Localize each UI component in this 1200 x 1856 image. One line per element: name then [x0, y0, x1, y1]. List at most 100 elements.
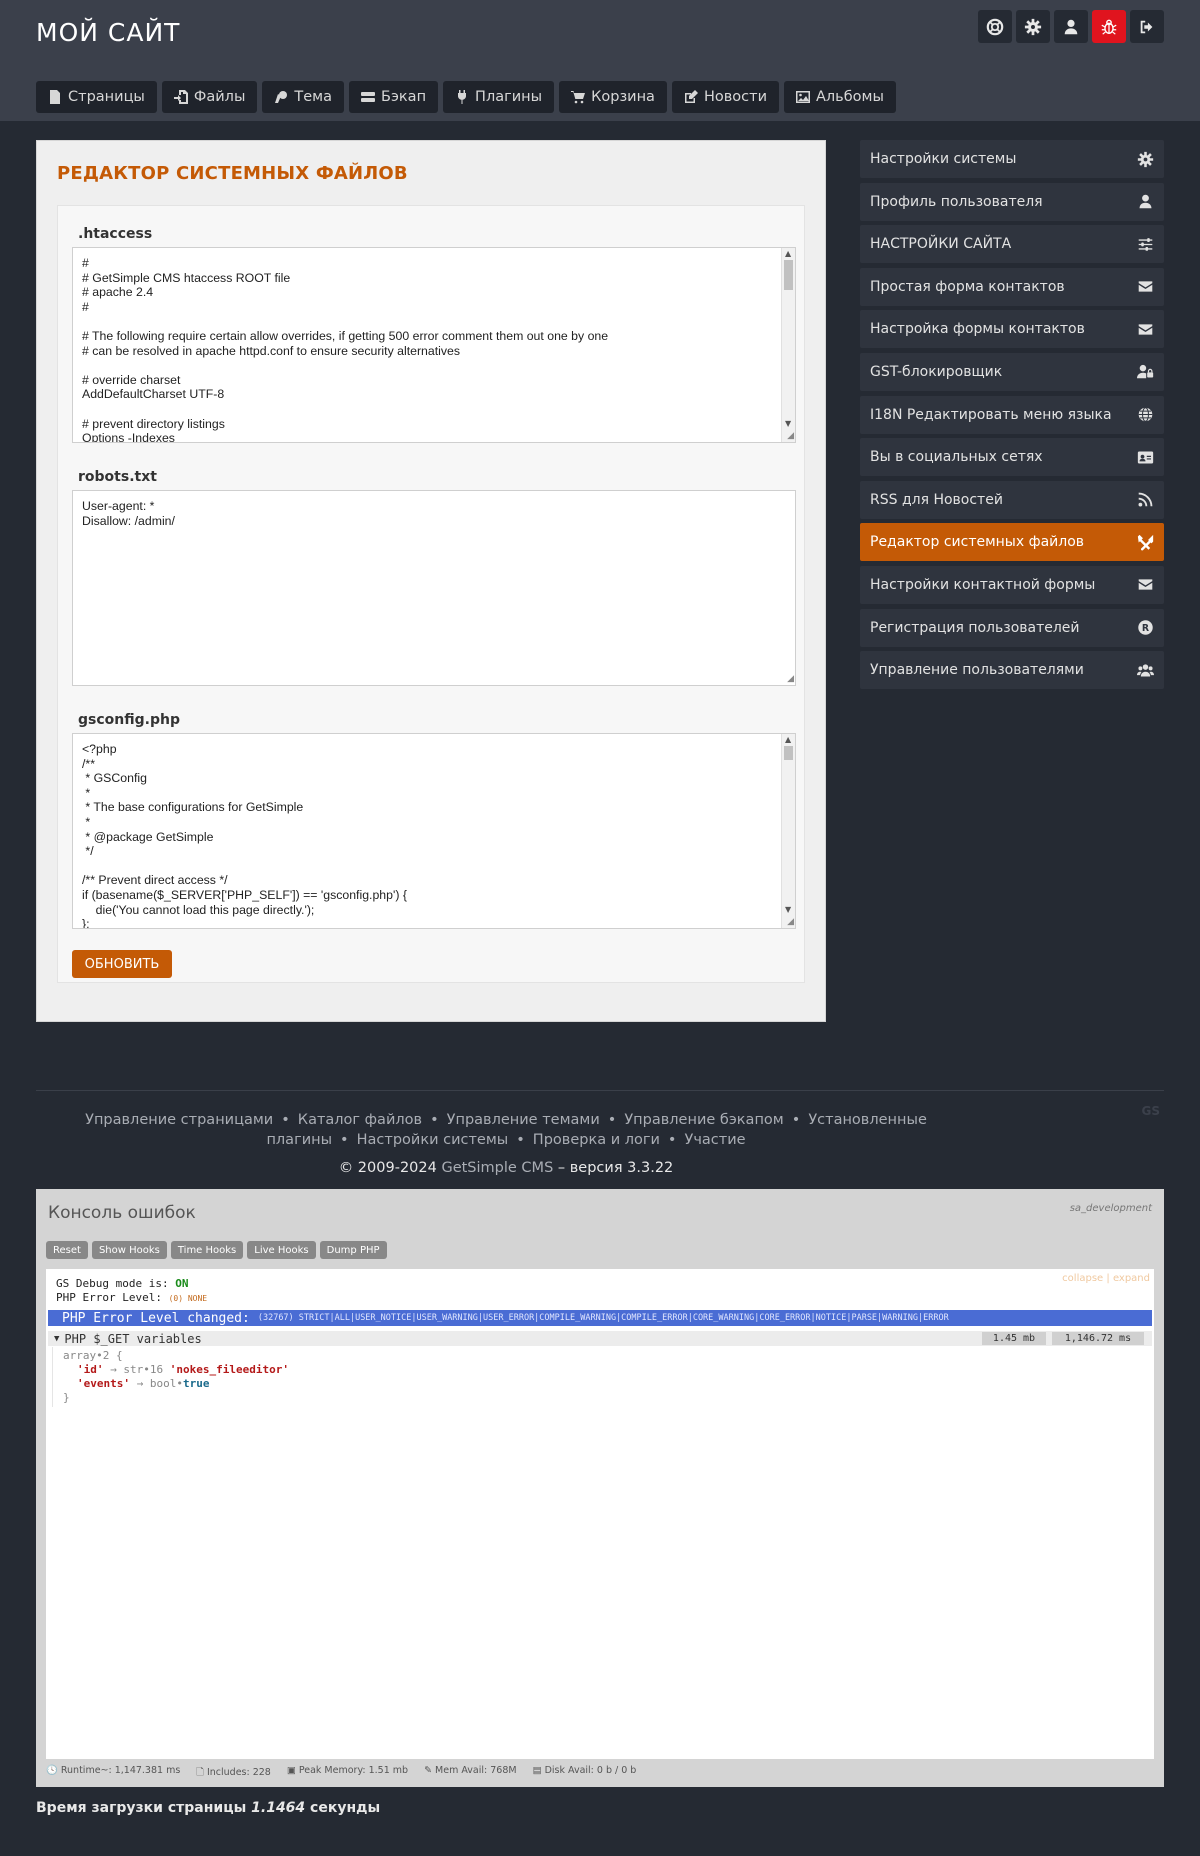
tab-theme[interactable]: Тема	[262, 81, 345, 113]
tab-plugins[interactable]: Плагины	[443, 81, 555, 113]
footer-link-backups[interactable]: Управление бэкапом	[624, 1112, 783, 1128]
file-label-robots: robots.txt	[78, 469, 157, 485]
copyright: © 2009-2024 GetSimple CMS – версия 3.3.2…	[338, 1160, 674, 1176]
resize-handle-icon[interactable]: ◢	[787, 674, 794, 684]
tab-backup[interactable]: Бэкап	[349, 81, 439, 113]
debug-status: GS Debug mode is: ON PHP Error Level: (0…	[56, 1277, 208, 1304]
envelope-icon	[1138, 579, 1153, 591]
reset-button[interactable]: Reset	[46, 1241, 88, 1259]
resize-handle-icon[interactable]: ◢	[787, 431, 794, 441]
page-title: РЕДАКТОР СИСТЕМНЫХ ФАЙЛОВ	[57, 163, 408, 184]
main-panel: РЕДАКТОР СИСТЕМНЫХ ФАЙЛОВ .htaccess # # …	[36, 140, 826, 1022]
sidebar-item-site-settings[interactable]: НАСТРОЙКИ САЙТА	[860, 225, 1164, 264]
footer-links: Управление страницами • Каталог файлов • Упр…	[85, 1112, 927, 1148]
envelope-icon	[1138, 324, 1153, 335]
error-console: Консоль ошибок sa_development Reset Show…	[36, 1189, 1164, 1787]
user-lock-icon	[1137, 365, 1154, 379]
console-title: Консоль ошибок	[48, 1203, 196, 1223]
get-variables-header[interactable]: ▼ PHP $_GET variables 1.45 mb 1,146.72 m…	[48, 1331, 1152, 1346]
time-hooks-button[interactable]: Time Hooks	[170, 1241, 244, 1259]
scroll-down-arrow-icon[interactable]: ▼	[785, 419, 791, 428]
file-editor-form: .htaccess # # GetSimple CMS htaccess ROO…	[57, 205, 805, 983]
file-import-icon	[173, 90, 188, 104]
console-buttons: Reset Show Hooks Time Hooks Live Hooks D…	[46, 1241, 387, 1259]
cart-icon	[571, 91, 586, 104]
update-button[interactable]: ОБНОВИТЬ	[72, 950, 172, 978]
sidebar-item-gst-blocker[interactable]: GST-блокировщик	[860, 352, 1164, 391]
scroll-down-arrow-icon[interactable]: ▼	[785, 905, 791, 914]
cms-link[interactable]: GetSimple CMS	[441, 1160, 553, 1176]
console-output: collapse | expand GS Debug mode is: ON P…	[46, 1269, 1154, 1759]
tab-albums[interactable]: Альбомы	[784, 81, 896, 113]
scroll-thumb[interactable]	[784, 746, 793, 760]
collapse-triangle-icon[interactable]: ▼	[54, 1334, 59, 1344]
console-status-bar: 🕓 Runtime~: 1,147.381 ms 🗋 Includes: 228…	[46, 1765, 636, 1781]
image-icon	[796, 91, 810, 103]
gsconfig-textarea[interactable]: <?php /** * GSConfig * * The base config…	[72, 733, 796, 929]
scroll-up-arrow-icon[interactable]: ▲	[785, 249, 791, 258]
sidebar-item-user-management[interactable]: Управление пользователями	[860, 651, 1164, 690]
sidebar-item-user-profile[interactable]: Профиль пользователя	[860, 182, 1164, 221]
rss-icon	[1138, 492, 1153, 507]
sidebar-item-contact-form-config[interactable]: Настройки контактной формы	[860, 565, 1164, 604]
footer-link-themes[interactable]: Управление темами	[447, 1112, 600, 1128]
peak-memory-stat: ▣ Peak Memory: 1.51 mb	[286, 1765, 409, 1776]
scroll-up-arrow-icon[interactable]: ▲	[785, 735, 791, 744]
show-hooks-button[interactable]: Show Hooks	[91, 1241, 167, 1259]
sidebar-item-user-registration[interactable]: Регистрация пользователей R	[860, 608, 1164, 647]
get-variables-dump: array•2 { 'id' → str•16 'nokes_fileedito…	[52, 1347, 1152, 1407]
dump-php-button[interactable]: Dump PHP	[319, 1241, 387, 1259]
globe-icon	[1138, 407, 1153, 422]
sidebar-item-i18n-menu[interactable]: I18N Редактировать меню языка	[860, 395, 1164, 434]
sidebar-item-system-settings[interactable]: Настройки системы	[860, 140, 1164, 178]
user-icon	[1139, 194, 1152, 209]
tab-news[interactable]: Новости	[671, 81, 779, 113]
time-badge: 1,146.72 ms	[1052, 1332, 1144, 1345]
footer-link-files[interactable]: Каталог файлов	[298, 1112, 422, 1128]
sidebar-item-simple-contact-form[interactable]: Простая форма контактов	[860, 267, 1164, 306]
footer-link-settings[interactable]: Настройки системы	[357, 1132, 509, 1148]
file-label-gsconfig: gsconfig.php	[78, 712, 180, 728]
footer-link-support[interactable]: Участие	[684, 1132, 745, 1148]
expand-link[interactable]: expand	[1113, 1273, 1150, 1284]
sidebar-item-rss-news[interactable]: RSS для Новостей	[860, 480, 1164, 519]
gear-icon[interactable]	[1016, 10, 1050, 43]
tab-pages[interactable]: Страницы	[36, 81, 157, 113]
sidebar-item-contact-form-settings[interactable]: Настройка формы контактов	[860, 310, 1164, 349]
htaccess-textarea[interactable]: # # GetSimple CMS htaccess ROOT file # a…	[72, 247, 796, 443]
sidebar-item-system-file-editor[interactable]: Редактор системных файлов	[860, 523, 1164, 562]
user-icon[interactable]	[1054, 10, 1088, 43]
live-hooks-button[interactable]: Live Hooks	[247, 1241, 316, 1259]
console-env: sa_development	[1069, 1203, 1152, 1214]
file-label-htaccess: .htaccess	[78, 226, 153, 242]
footer-link-health[interactable]: Проверка и логи	[533, 1132, 660, 1148]
plug-icon	[458, 90, 467, 104]
theme-icon	[275, 91, 288, 103]
main-tabs: Страницы Файлы Тема Бэкап Плагины Корзин…	[36, 81, 896, 113]
sidebar-item-social[interactable]: Вы в социальных сетях	[860, 438, 1164, 477]
users-icon	[1137, 664, 1154, 677]
resize-handle-icon[interactable]: ◢	[787, 917, 794, 927]
sliders-icon	[1138, 237, 1153, 251]
tools-icon	[1137, 534, 1154, 551]
gsconfig-content: <?php /** * GSConfig * * The base config…	[82, 742, 407, 929]
disk-avail-stat: ▤ Disk Avail: 0 b / 0 b	[532, 1765, 637, 1776]
runtime-stat: 🕓 Runtime~: 1,147.381 ms	[46, 1765, 181, 1776]
tab-files[interactable]: Файлы	[161, 81, 258, 113]
support-icon[interactable]	[978, 10, 1012, 43]
robots-textarea[interactable]: User-agent: * Disallow: /admin/ ◢	[72, 490, 796, 686]
tab-cart[interactable]: Корзина	[559, 81, 667, 113]
scroll-thumb[interactable]	[784, 260, 793, 290]
footer-link-pages[interactable]: Управление страницами	[85, 1112, 273, 1128]
page-load-time: Время загрузки страницы 1.1464 секунды	[36, 1800, 381, 1816]
registered-icon: R	[1138, 620, 1153, 635]
site-title[interactable]: МОЙ САЙТ	[36, 18, 180, 47]
logout-icon[interactable]	[1130, 10, 1164, 43]
envelope-icon	[1138, 281, 1153, 292]
error-level-changed-bar: PHP Error Level changed: (32767) STRICT|…	[48, 1310, 1152, 1326]
gsconfig-scrollbar[interactable]: ▲ ▼	[781, 734, 795, 928]
collapse-link[interactable]: collapse	[1062, 1273, 1103, 1284]
htaccess-scrollbar[interactable]: ▲ ▼	[781, 248, 795, 442]
bug-icon[interactable]	[1092, 10, 1126, 43]
gear-icon	[1137, 151, 1154, 167]
